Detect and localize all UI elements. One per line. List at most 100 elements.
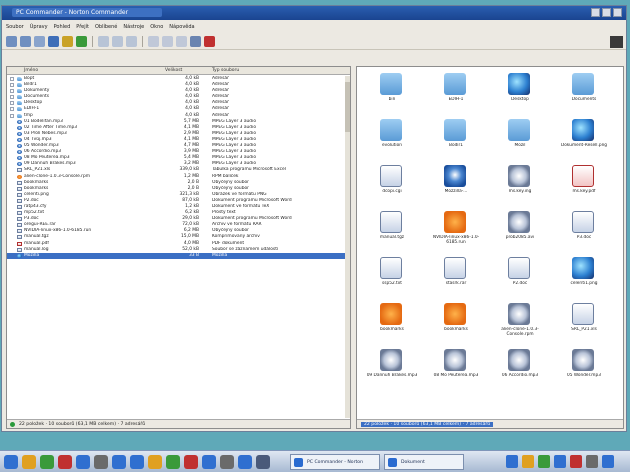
icon-grid-item[interactable]: prob2085.avi [489,209,551,255]
quick-launch-icon[interactable] [76,455,90,469]
icon-grid-item[interactable]: Mozil [489,117,551,163]
table-row[interactable]: Mozilla 33 B Mozilla [7,252,345,259]
start-menu-icon[interactable] [4,455,18,469]
quick-launch-icon[interactable] [94,455,108,469]
column-type[interactable]: Typ souboru [212,68,239,73]
pdf-icon [17,241,22,246]
quick-launch-icon[interactable] [238,455,252,469]
icon-grid-item[interactable]: EDIH-1 [425,71,487,117]
icon-grid-item[interactable]: dcopi.cgi [361,163,423,209]
icon-grid-item[interactable]: 05 Wonder.mp3 [553,347,615,393]
tree-expander-icon[interactable] [10,107,14,112]
icon-grid-item[interactable]: NVIDIA-linux-x86-1.0-6185.run [425,209,487,255]
view-list-icon[interactable] [162,36,173,47]
up-icon[interactable] [34,36,45,47]
menu-view[interactable]: Pohled [54,24,71,30]
quick-launch-icon[interactable] [130,455,144,469]
icon-grid-item[interactable]: celeriti1.png [553,255,615,301]
tray-icon[interactable] [522,455,534,468]
taskbar-task-commander[interactable]: PC Commander - Norton [290,454,380,470]
quick-launch-icon[interactable] [220,455,234,469]
tray-icon[interactable] [602,455,614,468]
tray-icon[interactable] [554,455,566,468]
window-icon [388,458,397,467]
scrollbar-thumb[interactable] [345,82,350,132]
quick-launch-icon[interactable] [166,455,180,469]
column-name[interactable]: Jméno [24,68,38,73]
cut-icon[interactable] [98,36,109,47]
scrollbar[interactable] [345,76,350,418]
icon-grid-item[interactable]: ms.key.ing [489,163,551,209]
quick-launch-icon[interactable] [22,455,36,469]
quick-launch-icon[interactable] [58,455,72,469]
back-icon[interactable] [6,36,17,47]
maximize-button[interactable] [602,8,611,17]
icon-grid-item[interactable]: SRL_P21.xls [553,301,615,347]
menu-help[interactable]: Nápověda [169,24,194,30]
tree-expander-icon[interactable] [10,95,14,100]
quick-launch-icon[interactable] [184,455,198,469]
task-label: PC Commander - Norton [307,460,363,465]
menu-go[interactable]: Přejít [76,24,89,30]
icon-label: Dokument-Resell.png [560,143,608,148]
icon-grid-item[interactable]: 08 Mo Peuterea.mp3 [425,347,487,393]
icon-label: alien-clone-1.0.3-Console.rpm [501,327,539,337]
view-icons-icon[interactable] [148,36,159,47]
icon-label: P2.doc [512,281,528,286]
icon-grid-item[interactable]: bookmarks [361,301,423,347]
refresh-icon[interactable] [76,36,87,47]
icon-grid-item[interactable]: ms.key.pdf [553,163,615,209]
icon-label: evolution [382,143,402,148]
icon-grid-item[interactable]: manual.tgz [361,209,423,255]
menu-window[interactable]: Okno [150,24,163,30]
icon-grid-item[interactable]: 06 Accordio.mp3 [489,347,551,393]
tray-icon[interactable] [586,455,598,468]
delete-icon[interactable] [204,36,215,47]
menu-tools[interactable]: Nástroje [123,24,144,30]
menu-file[interactable]: Soubor [6,24,24,30]
tray-icon[interactable] [538,455,550,468]
icon-grid-item[interactable]: stasrk.rar [425,255,487,301]
tree-expander-icon[interactable] [10,89,14,94]
properties-icon[interactable] [190,36,201,47]
forward-icon[interactable] [20,36,31,47]
icon-grid-item[interactable]: Documents [553,71,615,117]
view-details-icon[interactable] [176,36,187,47]
quick-launch-icon[interactable] [202,455,216,469]
icon-grid-item[interactable]: Desktop [489,71,551,117]
home-icon[interactable] [62,36,73,47]
minimize-button[interactable] [591,8,600,17]
tray-icon[interactable] [506,455,518,468]
tree-expander-icon[interactable] [10,101,14,106]
menu-favorites[interactable]: Oblíbené [95,24,117,30]
icon-grid-item[interactable]: Mozzilla-... [425,163,487,209]
icon-grid-item[interactable]: 09 Dannuh Brakes.mp3 [361,347,423,393]
icon-grid-item[interactable]: Dokument-Resell.png [553,117,615,163]
tree-expander-icon[interactable] [10,113,14,118]
icon-grid-item[interactable]: ssp52.txt [361,255,423,301]
close-button[interactable] [613,8,622,17]
icon-grid-item[interactable]: Bodír1 [425,117,487,163]
paste-icon[interactable] [126,36,137,47]
copy-icon[interactable] [112,36,123,47]
tree-expander-icon[interactable] [10,83,14,88]
icon-grid-item[interactable]: evolution [361,117,423,163]
icon-grid-item[interactable]: bookmarks [425,301,487,347]
quick-launch-icon[interactable] [112,455,126,469]
column-size[interactable]: Velikost [165,68,182,73]
tray-icon[interactable] [570,455,582,468]
quick-launch-icon[interactable] [40,455,54,469]
folder-icon [380,119,402,141]
menu-edit[interactable]: Úpravy [30,24,48,30]
quick-launch-icon[interactable] [148,455,162,469]
icon-grid-item[interactable]: bin [361,71,423,117]
icon-grid-item[interactable]: alien-clone-1.0.3-Console.rpm [489,301,551,347]
tree-expander-icon[interactable] [10,77,14,81]
title-bar[interactable]: PC Commander - Norton Commander [2,6,626,20]
doc-icon [17,217,22,222]
icon-grid-item[interactable]: P2.doc [489,255,551,301]
search-icon[interactable] [48,36,59,47]
icon-grid-item[interactable]: P3.doc [553,209,615,255]
taskbar-task-document[interactable]: Dokument [384,454,464,470]
quick-launch-icon[interactable] [256,455,270,469]
